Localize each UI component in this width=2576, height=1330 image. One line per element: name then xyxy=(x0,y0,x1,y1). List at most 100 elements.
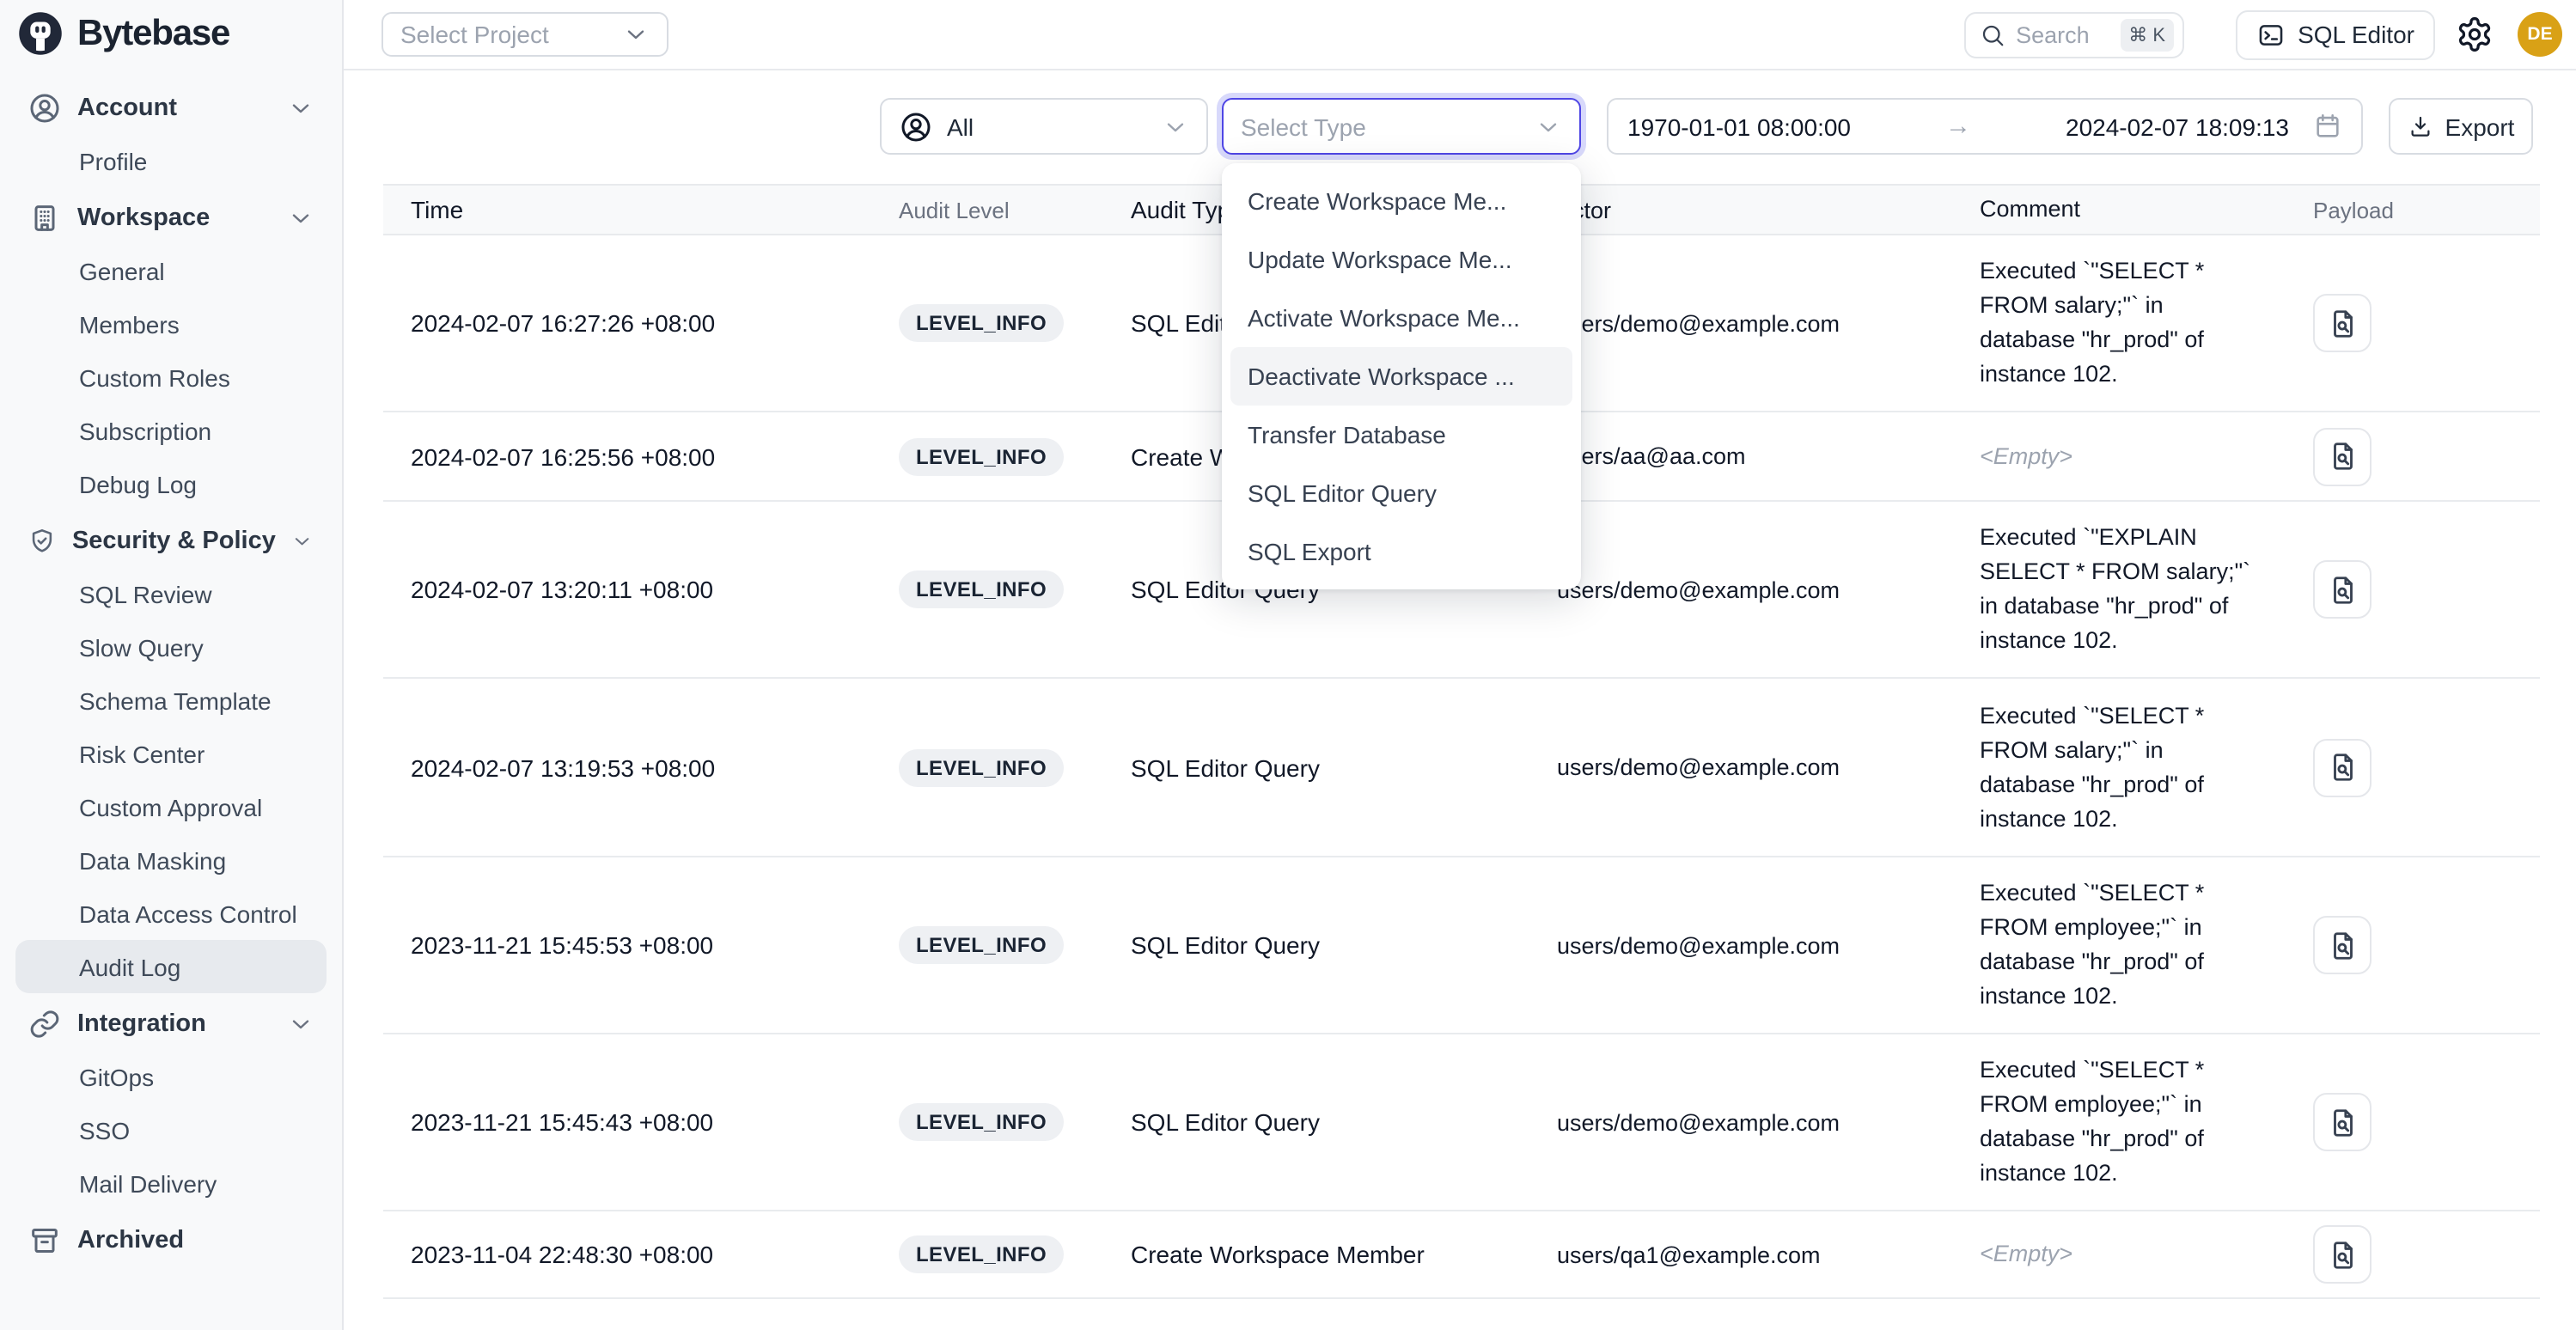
sidebar-item[interactable]: Members xyxy=(15,297,327,351)
payload-view-button[interactable] xyxy=(2313,294,2372,352)
sidebar-item-label: Archived xyxy=(77,1226,314,1254)
audit-level-badge: LEVEL_INFO xyxy=(899,437,1064,475)
sidebar-item[interactable]: Archived xyxy=(15,1213,327,1266)
sidebar-item[interactable]: Slow Query xyxy=(15,620,327,674)
payload-view-button[interactable] xyxy=(2313,1093,2372,1151)
dropdown-option[interactable]: SQL Editor Query xyxy=(1230,464,1572,522)
audit-level-badge: LEVEL_INFO xyxy=(899,1235,1064,1273)
sidebar-item[interactable]: Custom Approval xyxy=(15,780,327,833)
sidebar-item[interactable]: Debug Log xyxy=(15,457,327,510)
gear-icon xyxy=(2456,15,2497,53)
sidebar-item[interactable]: Schema Template xyxy=(15,674,327,727)
export-button[interactable]: Export xyxy=(2389,98,2533,155)
search-icon xyxy=(1980,21,2005,47)
sidebar-item-label: Mail Delivery xyxy=(79,1169,314,1197)
dropdown-option[interactable]: Deactivate Workspace ... xyxy=(1230,347,1572,406)
payload-view-button[interactable] xyxy=(2313,1225,2372,1284)
sidebar-item-label: Audit Log xyxy=(79,953,314,980)
sidebar-item[interactable]: Subscription xyxy=(15,404,327,457)
dropdown-option-label: Deactivate Workspace ... xyxy=(1248,363,1515,390)
sidebar-item[interactable]: Risk Center xyxy=(15,727,327,780)
dropdown-option[interactable]: SQL Export xyxy=(1230,522,1572,581)
sidebar-item-label: Integration xyxy=(77,1010,272,1037)
sidebar-item[interactable]: Custom Roles xyxy=(15,351,327,404)
date-range-picker[interactable]: 1970-01-01 08:00:00 → 2024-02-07 18:09:1… xyxy=(1607,98,2363,155)
table-row: 2023-11-04 21:26:34 +08:00 LEVEL_INFO SQ… xyxy=(383,1299,2540,1330)
cell-payload xyxy=(2286,1225,2540,1284)
cell-comment: Executed `"SELECT * FROM employee;"` in … xyxy=(1950,1034,2286,1210)
calendar-icon xyxy=(2313,112,2342,141)
user-circle-icon xyxy=(27,90,62,125)
sidebar-item[interactable]: Audit Log xyxy=(15,940,327,993)
cell-comment: Executed `"SELECT * FROM salary;"` in da… xyxy=(1950,680,2286,855)
file-search-icon xyxy=(2326,573,2359,606)
col-header-audit-level: Audit Level xyxy=(868,197,1100,223)
col-header-payload: Payload xyxy=(2286,197,2540,223)
sidebar-item-label: Data Masking xyxy=(79,846,314,874)
sidebar-item[interactable]: Integration xyxy=(15,997,327,1050)
logo[interactable]: Bytebase xyxy=(0,0,342,64)
payload-view-button[interactable] xyxy=(2313,560,2372,619)
cell-comment: Executed `"SELECT * FROM department;"` i… xyxy=(1950,1306,2286,1330)
cell-audit-level: LEVEL_INFO xyxy=(868,570,1100,608)
sidebar-item[interactable]: Security & Policy xyxy=(15,514,327,567)
sidebar-item[interactable]: Account xyxy=(15,81,327,134)
dropdown-option[interactable]: Update Workspace Me... xyxy=(1230,230,1572,289)
cell-actor: users/demo@example.com xyxy=(1529,310,1950,336)
search-input[interactable]: Search ⌘ K xyxy=(1964,11,2184,58)
chevron-down-icon xyxy=(287,1010,314,1037)
sidebar-item[interactable]: SQL Review xyxy=(15,567,327,620)
settings-gear-button[interactable] xyxy=(2456,14,2497,55)
sidebar-item[interactable]: Workspace xyxy=(15,191,327,244)
type-filter-select[interactable]: Select Type xyxy=(1222,98,1581,155)
cell-audit-level: LEVEL_INFO xyxy=(868,1103,1100,1141)
cell-audit-level: LEVEL_INFO xyxy=(868,1235,1100,1273)
search-placeholder: Search xyxy=(2016,21,2109,47)
payload-view-button[interactable] xyxy=(2313,427,2372,485)
sidebar-item[interactable]: Data Access Control xyxy=(15,887,327,940)
actor-filter-select[interactable]: All xyxy=(880,98,1208,155)
audit-level-badge: LEVEL_INFO xyxy=(899,926,1064,964)
link-icon xyxy=(27,1006,62,1040)
type-filter-placeholder: Select Type xyxy=(1241,113,1535,140)
dropdown-option-label: SQL Editor Query xyxy=(1248,479,1437,507)
sidebar-item-label: Account xyxy=(77,94,272,121)
sidebar-item-label: General xyxy=(79,257,314,284)
arrow-right-icon: → xyxy=(1868,112,2048,141)
cell-time: 2024-02-07 13:19:53 +08:00 xyxy=(383,753,868,781)
date-from-value: 1970-01-01 08:00:00 xyxy=(1627,113,1851,140)
actor-filter-value: All xyxy=(947,113,1148,140)
payload-view-button[interactable] xyxy=(2313,916,2372,974)
cell-comment: <Empty> xyxy=(1950,420,2286,492)
file-search-icon xyxy=(2326,751,2359,784)
project-select[interactable]: Select Project xyxy=(382,12,668,57)
dropdown-option[interactable]: Activate Workspace Me... xyxy=(1230,289,1572,347)
sidebar-item[interactable]: Profile xyxy=(15,134,327,187)
sidebar-item[interactable]: GitOps xyxy=(15,1050,327,1103)
dropdown-option-label: SQL Export xyxy=(1248,538,1371,565)
cell-comment: Executed `"SELECT * FROM salary;"` in da… xyxy=(1950,235,2286,411)
file-search-icon xyxy=(2326,1238,2359,1271)
audit-level-badge: LEVEL_INFO xyxy=(899,1103,1064,1141)
type-filter-dropdown: Create Workspace Me... Update Workspace … xyxy=(1222,163,1581,589)
payload-view-button[interactable] xyxy=(2313,738,2372,796)
audit-level-badge: LEVEL_INFO xyxy=(899,748,1064,786)
cell-payload xyxy=(2286,560,2540,619)
sidebar-item[interactable]: Mail Delivery xyxy=(15,1156,327,1210)
dropdown-option[interactable]: Transfer Database xyxy=(1230,406,1572,464)
sidebar-item[interactable]: General xyxy=(15,244,327,297)
table-row: 2024-02-07 13:19:53 +08:00 LEVEL_INFO SQ… xyxy=(383,679,2540,857)
audit-level-badge: LEVEL_INFO xyxy=(899,570,1064,608)
avatar[interactable]: DE xyxy=(2518,12,2562,57)
cell-comment: <Empty> xyxy=(1950,1218,2286,1290)
cell-actor: users/qa1@example.com xyxy=(1529,1242,1950,1267)
sidebar-item[interactable]: SSO xyxy=(15,1103,327,1156)
chevron-down-icon xyxy=(287,204,314,231)
project-select-placeholder: Select Project xyxy=(400,21,622,48)
cell-time: 2024-02-07 13:20:11 +08:00 xyxy=(383,576,868,603)
search-shortcut-badge: ⌘ K xyxy=(2120,18,2174,51)
terminal-icon xyxy=(2256,20,2286,49)
dropdown-option[interactable]: Create Workspace Me... xyxy=(1230,172,1572,230)
sidebar-item[interactable]: Data Masking xyxy=(15,833,327,887)
sql-editor-button[interactable]: SQL Editor xyxy=(2236,9,2435,59)
